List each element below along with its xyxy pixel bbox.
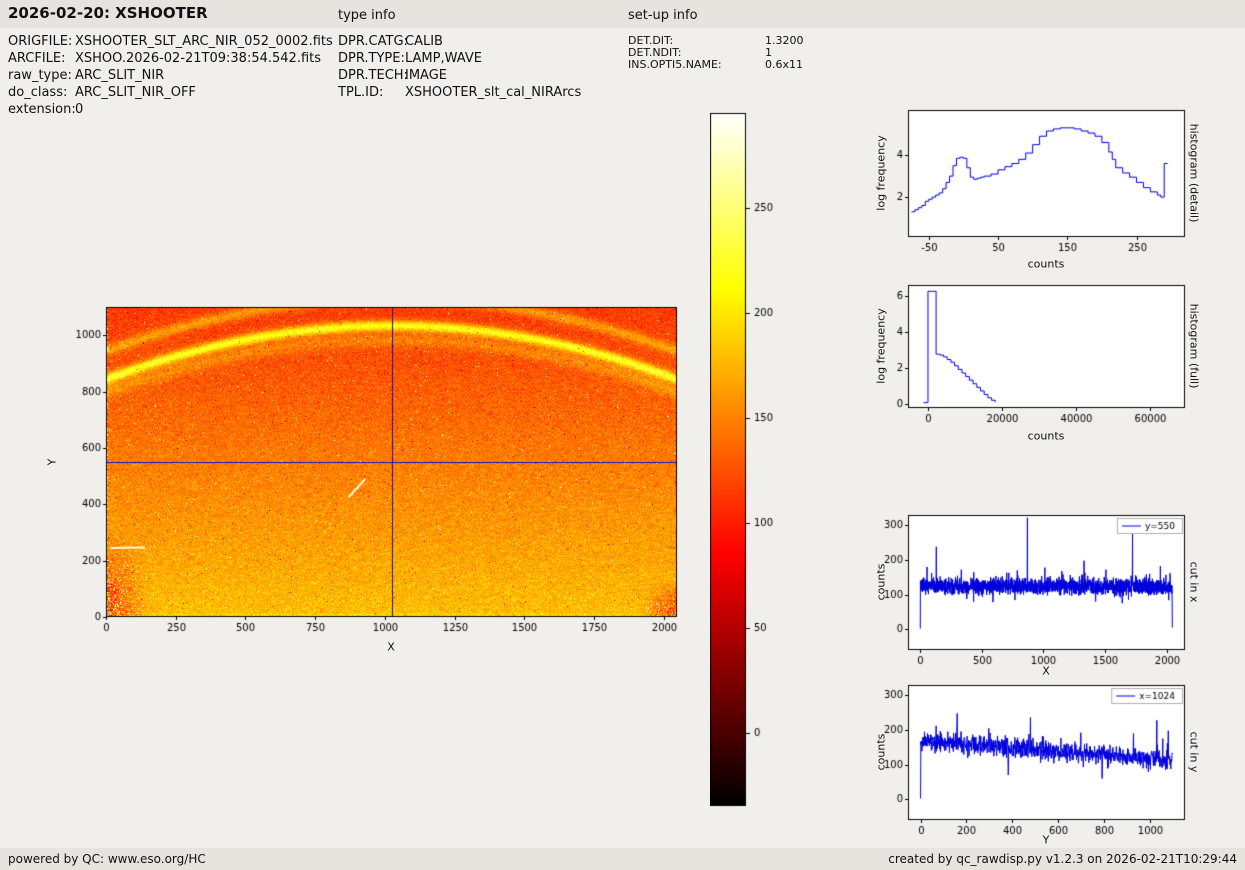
meta-row: TPL.ID: XSHOOTER_slt_cal_NIRArcs — [338, 84, 581, 101]
meta-value: 0 — [75, 102, 84, 117]
hist-detail-y-axis-label: log frequency — [874, 135, 888, 211]
main-y-axis-label: Y — [45, 458, 59, 466]
page-title: 2026-02-20: XSHOOTER — [8, 4, 208, 22]
cut-y-x-axis-label: Y — [1042, 833, 1050, 847]
meta-label: do_class: — [8, 85, 68, 100]
meta-value: ARC_SLIT_NIR_OFF — [75, 85, 196, 100]
meta-value: IMAGE — [405, 68, 448, 83]
meta-row: do_class: ARC_SLIT_NIR_OFF — [8, 84, 333, 101]
cut-x-side-label: cut in x — [1187, 561, 1201, 603]
hist-full-side-label: histogram (full) — [1187, 303, 1201, 389]
setup-info-list: DET.DIT: 1.3200 DET.NDIT: 1 INS.OPTI5.NAME: 0… — [628, 35, 804, 71]
hist-detail-x-axis-label: counts — [1027, 257, 1065, 271]
meta-row: extension:0 — [8, 101, 333, 118]
meta-label: INS.OPTI5.NAME: — [628, 58, 722, 71]
footer-right-text: created by qc_rawdisp.py v1.2.3 on 2026-… — [888, 852, 1237, 866]
meta-value: XSHOO.2026-02-21T09:38:54.542.fits — [75, 51, 322, 66]
setup-info-heading: set-up info — [628, 8, 698, 23]
histogram-full-canvas — [855, 270, 1215, 435]
hist-detail-side-label: histogram (detail) — [1187, 123, 1201, 223]
meta-label: DPR.TYPE: — [338, 51, 405, 66]
main-x-axis-label: X — [387, 640, 395, 654]
meta-value: XSHOOTER_SLT_ARC_NIR_052_0002.fits — [75, 34, 333, 49]
meta-label: TPL.ID: — [338, 85, 384, 100]
meta-row: DPR.TECH:IMAGE — [338, 67, 581, 84]
meta-row: raw_type: ARC_SLIT_NIR — [8, 67, 333, 84]
hist-full-y-axis-label: log frequency — [874, 308, 888, 384]
qc-report-page: 2026-02-20: XSHOOTER type info set-up in… — [0, 0, 1245, 870]
histogram-detail-canvas — [855, 95, 1215, 265]
meta-value: CALIB — [405, 34, 443, 49]
meta-row: DPR.CATG:CALIB — [338, 33, 581, 50]
header-bar: 2026-02-20: XSHOOTER type info set-up in… — [0, 0, 1245, 28]
hist-full-x-axis-label: counts — [1027, 429, 1065, 443]
footer-bar: powered by QC: www.eso.org/HC created by… — [0, 848, 1245, 870]
meta-label: DPR.CATG: — [338, 34, 408, 49]
cut-x-y-axis-label: counts — [874, 563, 888, 601]
meta-row: DPR.TYPE:LAMP,WAVE — [338, 50, 581, 67]
type-info-heading: type info — [338, 8, 396, 23]
file-info-list: ORIGFILE: XSHOOTER_SLT_ARC_NIR_052_0002.f… — [8, 33, 333, 118]
meta-row: INS.OPTI5.NAME: 0.6x11 — [628, 59, 804, 71]
meta-value: 0.6x11 — [765, 58, 804, 71]
meta-label: raw_type: — [8, 68, 72, 83]
meta-label: ORIGFILE: — [8, 34, 73, 49]
meta-label: DPR.TECH: — [338, 68, 408, 83]
meta-value: ARC_SLIT_NIR — [75, 68, 165, 83]
meta-label: ARCFILE: — [8, 51, 66, 66]
detector-image-canvas — [60, 295, 700, 645]
meta-label: extension: — [8, 102, 76, 117]
cut-in-x-canvas — [855, 500, 1215, 670]
cut-y-y-axis-label: counts — [874, 733, 888, 771]
meta-value: LAMP,WAVE — [405, 51, 482, 66]
colorbar-canvas — [710, 110, 790, 816]
type-info-list: DPR.CATG:CALIB DPR.TYPE:LAMP,WAVE DPR.TECH… — [338, 33, 581, 101]
cut-in-y-canvas — [855, 670, 1215, 840]
footer-left-text: powered by QC: www.eso.org/HC — [8, 852, 206, 866]
meta-row: ARCFILE: XSHOO.2026-02-21T09:38:54.542.fi… — [8, 50, 333, 67]
cut-y-side-label: cut in y — [1187, 731, 1201, 773]
meta-value: XSHOOTER_slt_cal_NIRArcs — [405, 85, 582, 100]
meta-row: ORIGFILE: XSHOOTER_SLT_ARC_NIR_052_0002.f… — [8, 33, 333, 50]
